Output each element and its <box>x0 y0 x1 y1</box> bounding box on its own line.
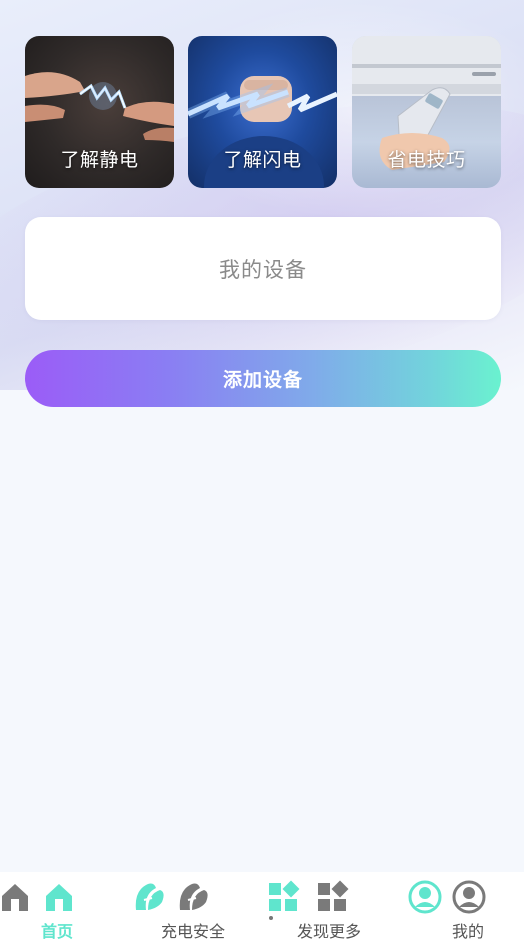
leaf-icon <box>179 883 208 910</box>
my-devices-title: 我的设备 <box>219 257 307 282</box>
bottom-tab-bar: 首页 充电安全 发现更多 我的 <box>0 872 524 944</box>
topic-card-power-saving[interactable]: 省电技巧 <box>352 36 501 188</box>
topic-card-label: 了解静电 <box>60 149 139 171</box>
topic-card-label: 了解闪电 <box>223 149 302 171</box>
tab-mine-label: 我的 <box>452 922 485 941</box>
tab-home-label: 首页 <box>41 922 74 941</box>
tab-charging-safety-label: 充电安全 <box>161 922 226 941</box>
home-icon <box>2 884 28 911</box>
tab-discover-more[interactable]: 发现更多 <box>262 872 382 944</box>
apps-grid-icon <box>269 880 300 911</box>
tab-charging-safety[interactable]: 充电安全 <box>128 872 238 944</box>
tab-mine[interactable]: 我的 <box>400 872 524 944</box>
user-icon <box>452 880 486 914</box>
topic-card-static[interactable]: 了解静电 <box>25 36 174 188</box>
tab-indicator-dot <box>269 916 273 920</box>
home-icon <box>46 884 72 911</box>
leaf-icon <box>135 883 164 910</box>
tab-home[interactable]: 首页 <box>0 872 100 944</box>
tab-discover-more-label: 发现更多 <box>297 922 362 941</box>
add-device-label: 添加设备 <box>222 370 303 391</box>
apps-grid-icon <box>318 880 349 911</box>
topic-card-label: 省电技巧 <box>387 149 466 171</box>
topic-cards: 了解静电 了解闪电 省电技巧 <box>25 36 501 188</box>
user-icon <box>408 880 442 914</box>
my-devices-panel[interactable]: 我的设备 <box>25 217 501 320</box>
add-device-button[interactable]: 添加设备 <box>25 350 501 407</box>
topic-card-lightning[interactable]: 了解闪电 <box>188 36 337 188</box>
